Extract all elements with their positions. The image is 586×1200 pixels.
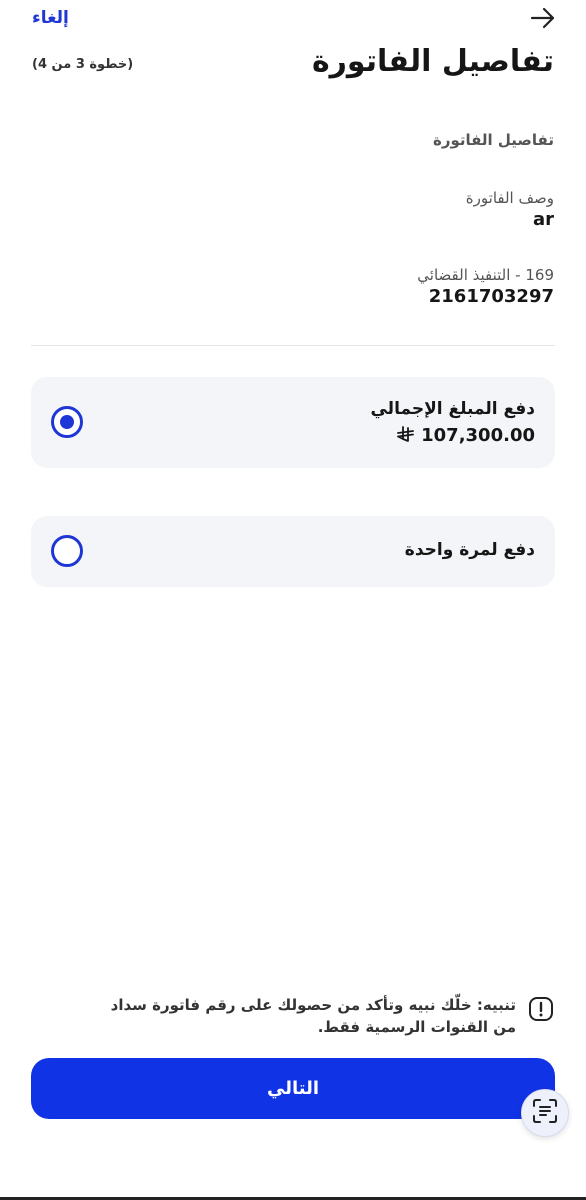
execution-label: 169 - التنفيذ القضائي [417, 266, 554, 284]
execution-value: 2161703297 [428, 286, 554, 307]
amount-display: 107,300.00 [397, 425, 535, 446]
invoice-description-value: ar [532, 209, 554, 230]
riyal-currency-icon [397, 425, 415, 446]
scan-text-icon [532, 1098, 558, 1128]
pay-full-amount-option[interactable]: دفع المبلغ الإجمالي 107,300.00 [31, 377, 555, 468]
step-indicator: (خطوة 3 من 4) [32, 57, 134, 72]
warning-notice: تنبيه: خلّك نبيه وتأكد من حصولك على رقم … [84, 994, 554, 1038]
invoice-description-label: وصف الفاتورة [465, 189, 554, 207]
pay-once-option[interactable]: دفع لمرة واحدة [31, 516, 555, 587]
pay-once-title: دفع لمرة واحدة [404, 540, 535, 560]
divider [31, 345, 555, 346]
page-title: تفاصيل الفاتورة [311, 44, 554, 79]
exclamation-icon [528, 996, 554, 1022]
pay-full-amount-title: دفع المبلغ الإجمالي [370, 399, 535, 419]
warning-text: تنبيه: خلّك نبيه وتأكد من حصولك على رقم … [110, 996, 516, 1036]
cancel-link[interactable]: إلغاء [32, 8, 69, 28]
radio-dot [60, 415, 74, 429]
radio-selected[interactable] [51, 406, 83, 438]
invoice-details-screen: إلغاء تفاصيل الفاتورة (خطوة 3 من 4) تفاص… [0, 0, 586, 1200]
execution-field: 169 - التنفيذ القضائي 2161703297 [417, 266, 554, 307]
section-title: تفاصيل الفاتورة [432, 131, 554, 149]
amount-value: 107,300.00 [421, 425, 535, 446]
scan-text-button[interactable] [521, 1089, 569, 1137]
back-arrow-icon[interactable] [530, 6, 556, 30]
next-button[interactable]: التالي [31, 1058, 555, 1119]
radio-unselected[interactable] [51, 535, 83, 567]
top-bar: إلغاء [0, 0, 586, 40]
invoice-description-field: وصف الفاتورة ar [466, 189, 554, 230]
